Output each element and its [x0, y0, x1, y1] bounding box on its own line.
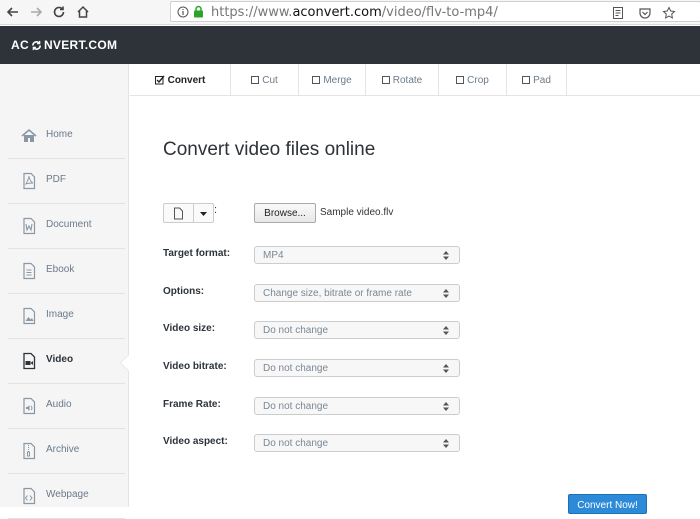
- checked-checkbox-icon: [154, 75, 165, 85]
- checkbox-icon: [381, 76, 390, 84]
- home-nav-icon[interactable]: [74, 3, 92, 21]
- tab-rotate[interactable]: Rotate: [366, 64, 439, 96]
- sidebar-item-label: Video: [46, 354, 74, 365]
- sidebar-item-document[interactable]: Document: [8, 204, 125, 249]
- bookmark-star-icon[interactable]: [662, 6, 676, 20]
- sidebar-item-label: PDF: [46, 174, 66, 185]
- site-logo[interactable]: AC NVERT.COM: [11, 38, 117, 52]
- sidebar-item-pdf[interactable]: PDF: [8, 159, 125, 204]
- options-select[interactable]: Change size, bitrate or frame rate: [254, 284, 460, 302]
- pocket-icon[interactable]: [638, 6, 652, 20]
- pdf-icon: [23, 172, 36, 190]
- tab-pad[interactable]: Pad: [507, 64, 567, 96]
- document-icon: [23, 217, 36, 235]
- home-icon: [21, 128, 37, 142]
- info-icon[interactable]: [177, 6, 189, 18]
- sidebar-item-video[interactable]: Video: [8, 339, 125, 384]
- tab-crop[interactable]: Crop: [439, 64, 507, 96]
- file-label-colon: :: [214, 204, 218, 216]
- target-format-label: Target format:: [163, 248, 231, 259]
- select-arrows-icon: [443, 439, 449, 448]
- options-label: Options:: [163, 286, 205, 297]
- sidebar-item-ebook[interactable]: Ebook: [8, 249, 125, 294]
- sidebar-item-audio[interactable]: Audio: [8, 384, 125, 429]
- sidebar-item-image[interactable]: Image: [8, 294, 125, 339]
- sidebar-item-label: Document: [46, 219, 92, 230]
- audio-icon: [23, 397, 36, 415]
- video-aspect-label: Video aspect:: [163, 436, 228, 447]
- file-source-selector[interactable]: [163, 203, 214, 223]
- tab-convert[interactable]: Convert: [130, 64, 231, 96]
- video-size-select[interactable]: Do not change: [254, 321, 460, 339]
- sidebar-item-label: Ebook: [46, 264, 75, 275]
- webpage-icon: [23, 487, 36, 505]
- image-icon: [23, 307, 36, 325]
- tool-tabs: Convert Cut Merge Rotate Crop Pad: [130, 64, 700, 96]
- sidebar: Home PDF Document Ebook Image Video Audi…: [0, 64, 129, 519]
- browse-button[interactable]: Browse...: [254, 203, 316, 223]
- video-bitrate-select[interactable]: Do not change: [254, 359, 460, 377]
- url-text: https://www.aconvert.com/video/flv-to-mp…: [211, 5, 498, 20]
- reload-icon[interactable]: [50, 3, 68, 21]
- frame-rate-select[interactable]: Do not change: [254, 397, 460, 415]
- select-arrows-icon: [443, 402, 449, 411]
- select-arrows-icon: [443, 364, 449, 373]
- reader-view-icon[interactable]: [611, 6, 625, 20]
- sidebar-item-label: Image: [46, 309, 74, 320]
- checkbox-icon: [251, 76, 260, 84]
- checkbox-icon: [522, 76, 531, 84]
- forward-icon[interactable]: [27, 3, 45, 21]
- video-aspect-select[interactable]: Do not change: [254, 434, 460, 452]
- page-title: Convert video files online: [163, 139, 376, 160]
- sidebar-item-label: Home: [46, 129, 73, 140]
- ebook-icon: [23, 262, 36, 280]
- tab-cut[interactable]: Cut: [231, 64, 299, 96]
- video-icon: [23, 352, 36, 370]
- select-arrows-icon: [443, 289, 449, 298]
- sidebar-item-archive[interactable]: Archive: [8, 429, 125, 474]
- checkbox-icon: [312, 76, 321, 84]
- select-arrows-icon: [443, 251, 449, 260]
- selected-file-name: Sample video.flv: [320, 207, 394, 218]
- video-bitrate-label: Video bitrate:: [163, 361, 227, 372]
- sidebar-item-webpage[interactable]: Webpage: [8, 474, 125, 519]
- select-arrows-icon: [443, 326, 449, 335]
- tab-merge[interactable]: Merge: [299, 64, 366, 96]
- browser-toolbar: https://www.aconvert.com/video/flv-to-mp…: [0, 0, 700, 25]
- logo-arrows-icon: [31, 40, 41, 50]
- caret-down-icon[interactable]: [199, 211, 208, 217]
- checkbox-icon: [456, 76, 465, 84]
- sidebar-item-label: Audio: [46, 399, 72, 410]
- archive-icon: [23, 442, 36, 460]
- sidebar-item-label: Archive: [46, 444, 80, 455]
- sidebar-item-home[interactable]: Home: [8, 114, 125, 159]
- active-indicator: [121, 355, 129, 371]
- file-icon: [174, 207, 183, 220]
- lock-icon: [194, 5, 203, 18]
- address-bar[interactable]: https://www.aconvert.com/video/flv-to-mp…: [170, 1, 700, 22]
- sidebar-item-label: Webpage: [46, 489, 89, 500]
- back-icon[interactable]: [4, 3, 22, 21]
- frame-rate-label: Frame Rate:: [163, 399, 221, 410]
- convert-now-button[interactable]: Convert Now!: [568, 494, 647, 514]
- video-size-label: Video size:: [163, 323, 216, 334]
- target-format-select[interactable]: MP4: [254, 246, 460, 264]
- site-header: AC NVERT.COM: [0, 26, 700, 64]
